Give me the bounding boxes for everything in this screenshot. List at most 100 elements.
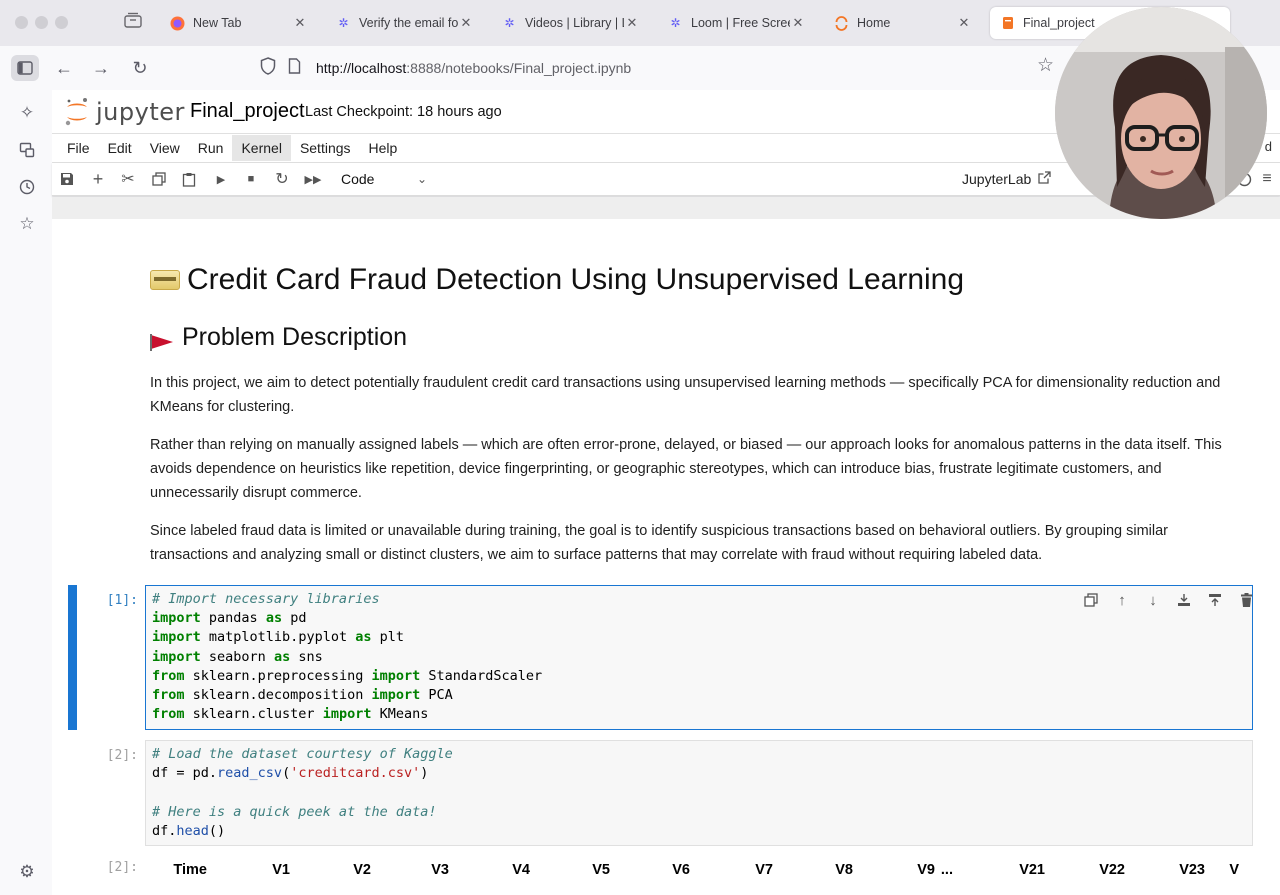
- move-down-arrow-icon[interactable]: ↓: [1144, 591, 1162, 609]
- tab-title: Loom | Free Screen: [691, 16, 790, 30]
- cell-type-select[interactable]: Code: [341, 171, 374, 187]
- notebook-top-spacer: [52, 197, 1280, 219]
- webcam-bubble[interactable]: [1055, 7, 1267, 219]
- zoom-window-button[interactable]: [55, 16, 68, 29]
- column-header: V5: [592, 862, 610, 878]
- output-prompt: [2]:: [106, 860, 138, 875]
- stop-icon[interactable]: ■: [242, 170, 260, 188]
- url-host: http://localhost: [316, 60, 407, 76]
- tab-title: Verify the email for: [359, 16, 458, 30]
- tab-loom[interactable]: ✲ Loom | Free Screen ✕: [658, 7, 816, 39]
- column-header: V23: [1179, 862, 1205, 878]
- tab-verify-email[interactable]: ✲ Verify the email for ✕: [326, 7, 484, 39]
- jupyter-wordmark: jupyter: [96, 98, 185, 126]
- close-icon[interactable]: ✕: [292, 15, 308, 31]
- insert-above-icon[interactable]: [1175, 591, 1193, 609]
- menu-edit[interactable]: Edit: [99, 135, 141, 161]
- firefox-icon: [170, 16, 185, 31]
- external-link-icon[interactable]: [1038, 171, 1051, 187]
- tab-title: New Tab: [193, 16, 242, 30]
- duplicate-cell-icon[interactable]: [1082, 591, 1100, 609]
- cut-icon[interactable]: ✂: [119, 170, 137, 188]
- add-cell-icon[interactable]: +: [89, 169, 107, 189]
- save-icon[interactable]: [58, 170, 76, 188]
- column-header: V: [1229, 862, 1239, 878]
- section-heading-text: Problem Description: [182, 323, 408, 351]
- menu-file[interactable]: File: [58, 135, 99, 161]
- column-header: V2: [353, 862, 371, 878]
- menu-hamburger-icon[interactable]: ≡: [1258, 170, 1276, 188]
- close-window-button[interactable]: [15, 16, 28, 29]
- jupyter-logo[interactable]: jupyter: [64, 96, 185, 128]
- url-path: :8888/notebooks/Final_project.ipynb: [406, 60, 632, 76]
- minimize-window-button[interactable]: [35, 16, 48, 29]
- notebook-title[interactable]: Final_project: [190, 100, 305, 123]
- insert-below-icon[interactable]: [1206, 591, 1224, 609]
- column-header: V21: [1019, 862, 1045, 878]
- restart-icon[interactable]: ↻: [273, 170, 291, 188]
- menu-kernel[interactable]: Kernel: [232, 135, 291, 161]
- close-icon[interactable]: ✕: [790, 15, 806, 31]
- input-prompt: [1]:: [106, 593, 138, 608]
- back-arrow-icon[interactable]: ←: [50, 55, 78, 81]
- sidebar-toggle-icon[interactable]: [11, 55, 39, 81]
- flag-icon: [150, 329, 174, 351]
- trusted-indicator[interactable]: d: [1265, 139, 1272, 154]
- forward-arrow-icon[interactable]: →: [87, 55, 115, 81]
- synced-tabs-icon[interactable]: [15, 138, 39, 162]
- gear-icon: ✲: [504, 16, 515, 30]
- notebook-panel: Credit Card Fraud Detection Using Unsupe…: [52, 219, 1280, 895]
- column-header: V6: [672, 862, 690, 878]
- cell-toolbar: ↑ ↓: [1082, 591, 1255, 609]
- close-icon[interactable]: ✕: [624, 15, 640, 31]
- credit-card-icon: [150, 270, 180, 290]
- checkpoint-status: Last Checkpoint: 18 hours ago: [305, 104, 502, 120]
- bookmark-star-icon[interactable]: ☆: [1037, 54, 1054, 77]
- dataframe-header-row: Time V1 V2 V3 V4 V5 V6 V7 V8 V9 ... V21 …: [145, 857, 1275, 883]
- open-in-jupyterlab-link[interactable]: JupyterLab: [962, 171, 1031, 187]
- paragraph-approach: Rather than relying on manually assigned…: [150, 437, 1222, 501]
- history-clock-icon[interactable]: [15, 175, 39, 199]
- column-header: ...: [940, 862, 953, 878]
- menu-settings[interactable]: Settings: [291, 135, 360, 161]
- move-up-arrow-icon[interactable]: ↑: [1113, 591, 1131, 609]
- tab-title: Videos | Library | L: [525, 16, 624, 30]
- run-icon[interactable]: ▶: [212, 170, 230, 188]
- code-cell-load-data[interactable]: # Load the dataset courtesy of Kaggle df…: [145, 740, 1253, 846]
- column-header: V7: [755, 862, 773, 878]
- close-icon[interactable]: ✕: [458, 15, 474, 31]
- menu-help[interactable]: Help: [360, 135, 407, 161]
- close-icon[interactable]: ✕: [956, 15, 972, 31]
- tab-new-tab[interactable]: New Tab ✕: [160, 7, 318, 39]
- paste-icon[interactable]: [180, 170, 198, 188]
- delete-cell-trash-icon[interactable]: [1237, 591, 1255, 609]
- section-heading: Problem Description: [150, 323, 407, 352]
- tab-home[interactable]: Home ✕: [824, 7, 982, 39]
- column-header: V22: [1099, 862, 1125, 878]
- presenter-video: [1055, 7, 1267, 219]
- gear-icon: ✲: [670, 16, 681, 30]
- gear-icon: ✲: [338, 16, 349, 30]
- paragraph-intro: In this project, we aim to detect potent…: [150, 375, 1221, 415]
- loading-icon: [834, 15, 849, 31]
- menu-view[interactable]: View: [141, 135, 189, 161]
- bookmarks-star-icon[interactable]: ☆: [15, 212, 39, 236]
- restart-run-all-icon[interactable]: ▶▶: [304, 170, 322, 188]
- tab-videos-library[interactable]: ✲ Videos | Library | L ✕: [492, 7, 650, 39]
- copy-icon[interactable]: [150, 170, 168, 188]
- tab-overview-icon[interactable]: [122, 12, 144, 34]
- url-text[interactable]: http://localhost:8888/notebooks/Final_pr…: [316, 60, 631, 76]
- reload-icon[interactable]: ↻: [126, 55, 154, 81]
- jupyter-logo-icon: [65, 98, 87, 126]
- input-prompt: [2]:: [106, 748, 138, 763]
- settings-gear-icon[interactable]: ⚙: [15, 860, 39, 884]
- heading-text: Credit Card Fraud Detection Using Unsupe…: [187, 263, 965, 296]
- menu-run[interactable]: Run: [189, 135, 233, 161]
- chevron-down-icon[interactable]: ⌄: [417, 172, 427, 186]
- shield-icon[interactable]: [260, 56, 280, 80]
- browser-sidebar: ✧ ☆ ⚙: [0, 90, 52, 895]
- column-header: Time: [173, 862, 207, 878]
- ai-sparkle-icon[interactable]: ✧: [15, 101, 39, 125]
- column-header: V3: [431, 862, 449, 878]
- address-bar[interactable]: http://localhost:8888/notebooks/Final_pr…: [252, 52, 1072, 84]
